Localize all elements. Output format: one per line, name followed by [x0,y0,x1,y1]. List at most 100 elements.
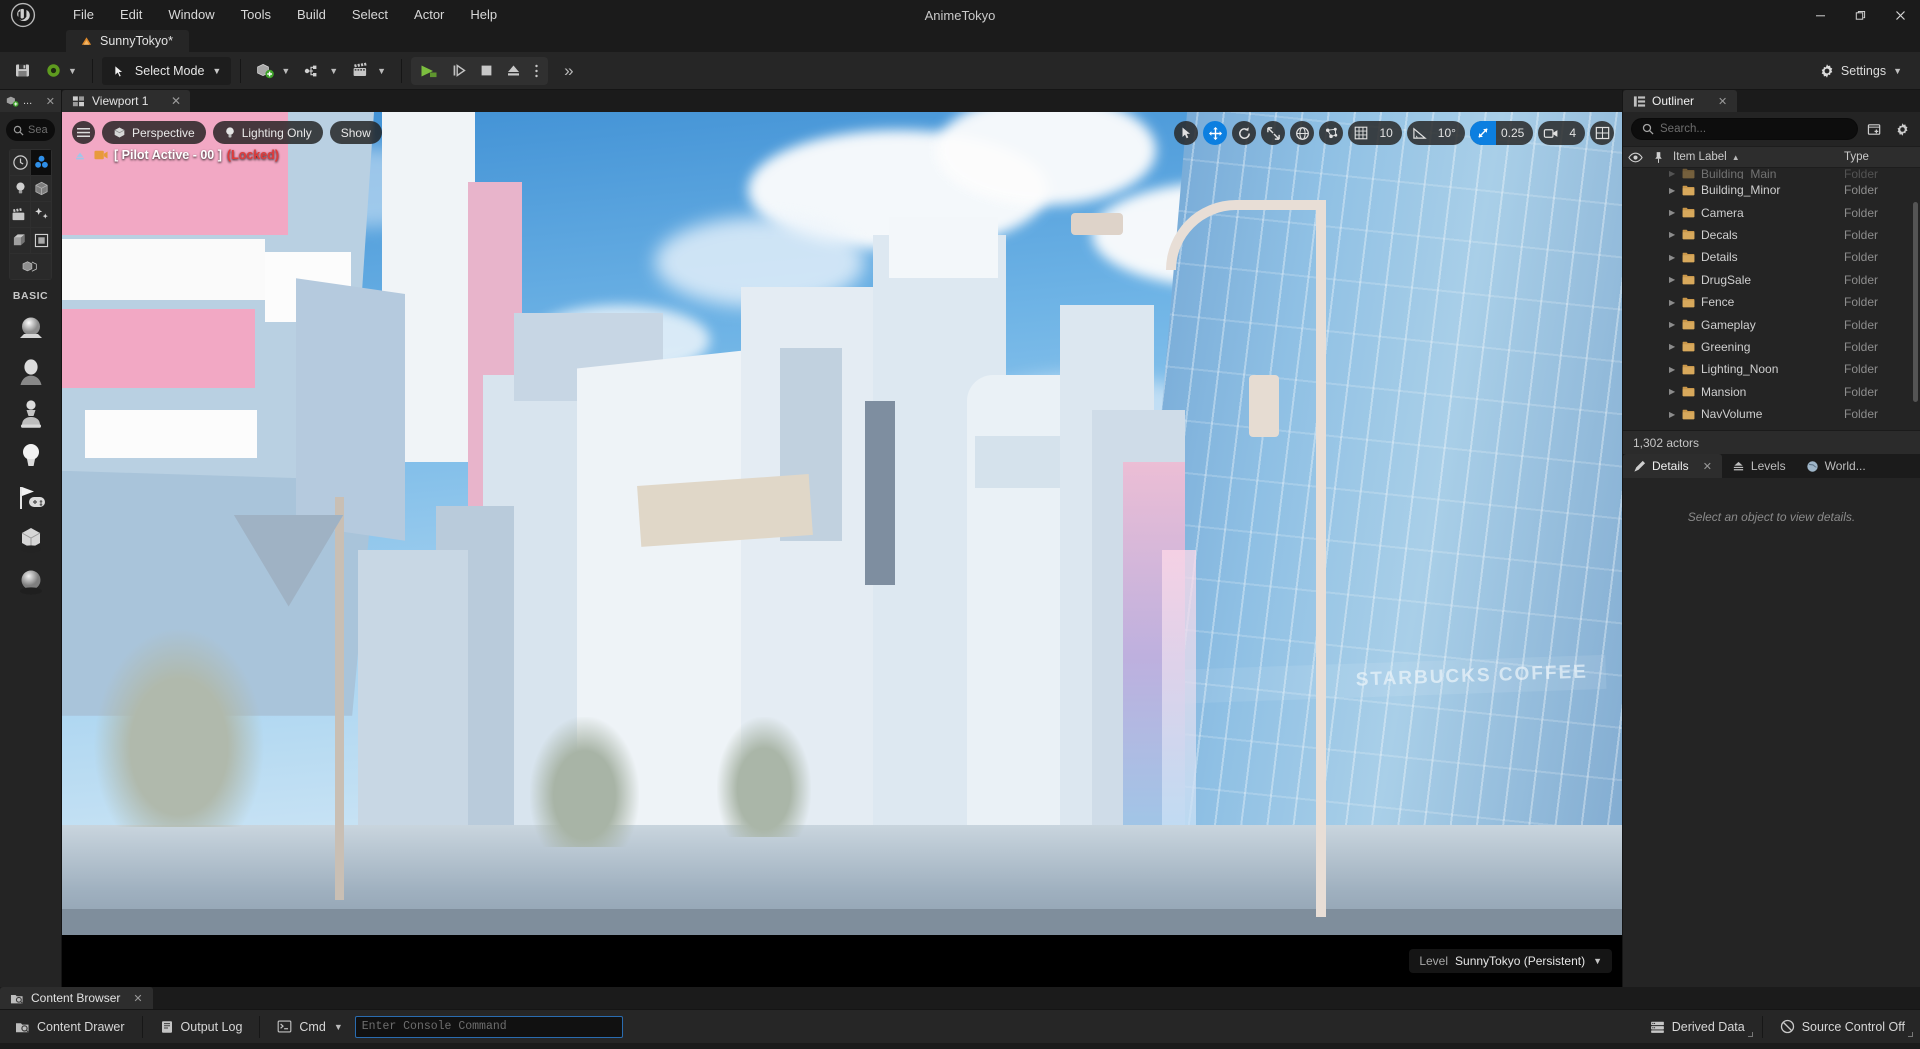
gizmo-surface-snap-button[interactable] [1319,121,1343,145]
cmd-dropdown[interactable]: Cmd ▼ [266,1014,353,1040]
category-visual-effects[interactable] [31,202,51,227]
outliner-row-drugsale[interactable]: ▶DrugSaleFolder [1623,269,1920,291]
place-actors-close-icon[interactable]: ✕ [46,95,55,108]
menu-window[interactable]: Window [155,3,227,27]
place-actors-search-input[interactable]: Sea [6,119,55,141]
viewport-show-dropdown[interactable]: Show [330,121,382,144]
more-options-button[interactable] [527,57,546,85]
outliner-row-mansion[interactable]: ▶MansionFolder [1623,381,1920,403]
camera-speed-value[interactable]: 4 [1564,126,1585,140]
place-item-point-light[interactable] [8,436,53,476]
camera-speed-icon[interactable] [1538,121,1564,145]
unreal-logo-icon[interactable] [0,0,46,30]
step-button[interactable] [445,57,473,85]
tab-outliner[interactable]: Outliner ✕ [1623,90,1737,112]
angle-snap-icon[interactable] [1407,121,1433,145]
console-command-input[interactable]: Enter Console Command [355,1016,623,1038]
viewport-level-indicator[interactable]: Level SunnyTokyo (Persistent) ▼ [1409,949,1612,973]
settings-button[interactable]: Settings ▼ [1809,57,1912,85]
blueprints-button[interactable]: ▼ [298,57,344,85]
derived-data-button[interactable]: Derived Data [1639,1014,1756,1040]
viewport-level-caret-icon[interactable]: ▼ [1593,956,1602,966]
expand-arrow-icon[interactable]: ▶ [1669,275,1679,284]
source-control-grip[interactable] [1908,1032,1913,1037]
grid-snap-icon[interactable] [1348,121,1374,145]
expand-arrow-icon[interactable]: ▶ [1669,320,1679,329]
viewport-perspective-dropdown[interactable]: Perspective [102,121,206,144]
tab-content-browser[interactable]: Content Browser ✕ [0,987,153,1009]
gizmo-angle-snap[interactable]: 10° [1407,121,1465,145]
place-actors-tab[interactable]: ... ✕ [0,90,61,112]
outliner-row-camera[interactable]: ▶CameraFolder [1623,201,1920,223]
menu-build[interactable]: Build [284,3,339,27]
source-control-button[interactable]: ▼ [39,57,83,85]
outliner-tree[interactable]: ▶Building_MainFolder▶Building_MinorFolde… [1623,168,1920,430]
category-all-classes[interactable] [10,254,51,279]
viewport-menu-button[interactable] [72,121,95,144]
place-item-sphere[interactable] [8,562,53,602]
details-close-icon[interactable]: ✕ [1703,460,1712,473]
scale-snap-icon[interactable] [1470,121,1496,145]
add-actor-button[interactable]: ▼ [250,57,296,85]
cinematics-button[interactable]: ▼ [346,57,392,85]
menu-actor[interactable]: Actor [401,3,457,27]
category-shapes[interactable] [31,176,51,201]
tab-world-settings[interactable]: World... [1796,454,1876,478]
grid-snap-value[interactable]: 10 [1374,126,1401,140]
outliner-row-fence[interactable]: ▶FenceFolder [1623,291,1920,313]
place-item-character[interactable] [8,352,53,392]
expand-arrow-icon[interactable]: ▶ [1669,365,1679,374]
gizmo-grid-snap[interactable]: 10 [1348,121,1401,145]
expand-arrow-icon[interactable]: ▶ [1669,410,1679,419]
stop-button[interactable] [473,57,500,85]
angle-snap-value[interactable]: 10° [1433,126,1465,140]
toolbar-overflow-button[interactable]: » [564,61,570,81]
expand-arrow-icon[interactable]: ▶ [1669,342,1679,351]
gizmo-scale-snap[interactable]: 0.25 [1470,121,1533,145]
tab-details[interactable]: Details ✕ [1623,454,1722,478]
column-type-label[interactable]: Type [1844,151,1920,163]
gizmo-world-coords-button[interactable] [1290,121,1314,145]
save-button[interactable] [8,57,37,85]
viewport-tab-close-icon[interactable]: ✕ [171,94,181,108]
expand-arrow-icon[interactable]: ▶ [1669,230,1679,239]
category-volumes[interactable] [31,228,51,253]
outliner-row-details[interactable]: ▶DetailsFolder [1623,246,1920,268]
viewport-viewmode-dropdown[interactable]: Lighting Only [213,121,323,144]
source-control-status-button[interactable]: Source Control Off [1769,1014,1916,1040]
scale-snap-value[interactable]: 0.25 [1496,126,1533,140]
column-visibility-icon[interactable] [1623,152,1647,163]
output-log-button[interactable]: Output Log [149,1014,254,1040]
menu-tools[interactable]: Tools [228,3,284,27]
category-lights[interactable] [10,176,30,201]
gizmo-scale-button[interactable] [1261,121,1285,145]
column-item-label[interactable]: Item Label ▲ [1669,151,1844,163]
add-folder-button[interactable] [1865,119,1885,139]
category-basic[interactable] [31,150,51,175]
category-geometry[interactable] [10,228,30,253]
place-item-pawn[interactable] [8,394,53,434]
gizmo-rotate-button[interactable] [1232,121,1256,145]
expand-arrow-icon[interactable]: ▶ [1669,208,1679,217]
place-item-cube[interactable] [8,520,53,560]
select-mode-dropdown[interactable]: Select Mode ▼ [102,57,231,85]
outliner-row-gameplay[interactable]: ▶GameplayFolder [1623,313,1920,335]
column-pin-icon[interactable] [1647,151,1669,164]
menu-help[interactable]: Help [457,3,510,27]
place-item-player-start[interactable] [8,478,53,518]
outliner-row-greening[interactable]: ▶GreeningFolder [1623,336,1920,358]
outliner-close-icon[interactable]: ✕ [1718,95,1727,108]
outliner-settings-button[interactable] [1892,119,1912,139]
expand-arrow-icon[interactable]: ▶ [1669,387,1679,396]
outliner-row-navvolume[interactable]: ▶NavVolumeFolder [1623,403,1920,425]
menu-edit[interactable]: Edit [107,3,155,27]
expand-arrow-icon[interactable]: ▶ [1669,298,1679,307]
close-button[interactable] [1880,0,1920,30]
outliner-row-building-minor[interactable]: ▶Building_MinorFolder [1623,179,1920,201]
outliner-scrollbar[interactable] [1913,202,1918,402]
eject-button[interactable] [500,57,527,85]
gizmo-layout-button[interactable] [1590,121,1614,145]
level-viewport[interactable]: STARBUCKS COFFEE [62,112,1622,987]
expand-arrow-icon[interactable]: ▶ [1669,169,1679,178]
content-browser-close-icon[interactable]: ✕ [133,992,142,1005]
